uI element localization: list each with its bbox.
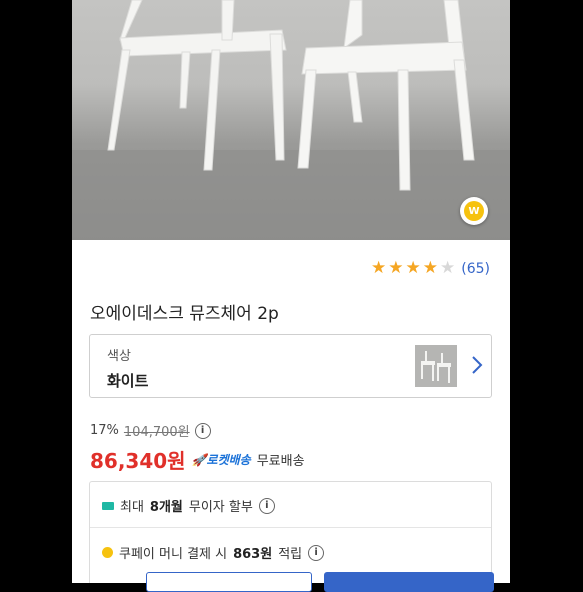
color-option-selector[interactable]: 색상 화이트 [89, 334, 492, 398]
card-icon [102, 501, 114, 510]
review-count[interactable]: (65) [461, 261, 490, 277]
coin-icon [102, 547, 113, 558]
price-row: 86,340원 🚀로켓배송 무료배송 [90, 445, 305, 474]
sale-price: 86,340원 [90, 449, 186, 473]
benefits-box: 최대 8개월 무이자 할부 i 쿠페이 머니 결제 시 863원 적립 i [89, 481, 492, 583]
option-thumbnail [415, 345, 457, 387]
installment-row[interactable]: 최대 8개월 무이자 할부 i [102, 496, 275, 515]
original-price: 104,700원 [123, 425, 190, 440]
rocket-label: 로켓배송 [206, 453, 251, 467]
buy-button[interactable] [324, 572, 494, 592]
option-label: 색상 [107, 349, 131, 364]
discount-row: 17% 104,700원 i [90, 421, 211, 440]
w-badge-letter: W [464, 201, 484, 221]
rocket-delivery-badge: 🚀로켓배송 [191, 453, 251, 467]
coupay-prefix: 쿠페이 머니 결제 시 [119, 547, 228, 562]
installment-months: 8개월 [149, 500, 183, 515]
info-icon[interactable]: i [258, 497, 275, 514]
info-icon[interactable]: i [194, 422, 211, 439]
cart-button[interactable] [146, 572, 312, 592]
installment-suffix: 무이자 할부 [188, 500, 253, 515]
option-value: 화이트 [107, 372, 149, 390]
rating[interactable]: ★ ★ ★ ★ ★ (65) [371, 260, 490, 277]
divider [90, 527, 491, 528]
product-title: 오에이데스크 뮤즈체어 2p [90, 304, 279, 324]
product-image[interactable]: W [72, 0, 510, 240]
coupay-amount: 863원 [233, 547, 273, 562]
coupay-suffix: 적립 [278, 547, 303, 562]
star-icon: ★ [422, 258, 438, 278]
star-icon: ★ [405, 258, 421, 278]
chevron-right-icon [472, 356, 483, 374]
bottom-action-bar [72, 572, 510, 592]
w-badge-icon[interactable]: W [460, 197, 488, 225]
discount-percent: 17% [90, 423, 119, 438]
star-icon: ★ [388, 258, 404, 278]
chairs-illustration [72, 0, 510, 240]
free-shipping: 무료배송 [256, 454, 305, 469]
product-screen: W ★ ★ ★ ★ ★ (65) 오에이데스크 뮤즈체어 2p 색상 화이트 1… [72, 0, 510, 583]
star-icon: ★ [371, 258, 387, 278]
installment-prefix: 최대 [120, 500, 144, 515]
info-icon[interactable]: i [308, 544, 325, 561]
star-empty-icon: ★ [440, 258, 456, 278]
coupay-row[interactable]: 쿠페이 머니 결제 시 863원 적립 i [102, 543, 325, 562]
